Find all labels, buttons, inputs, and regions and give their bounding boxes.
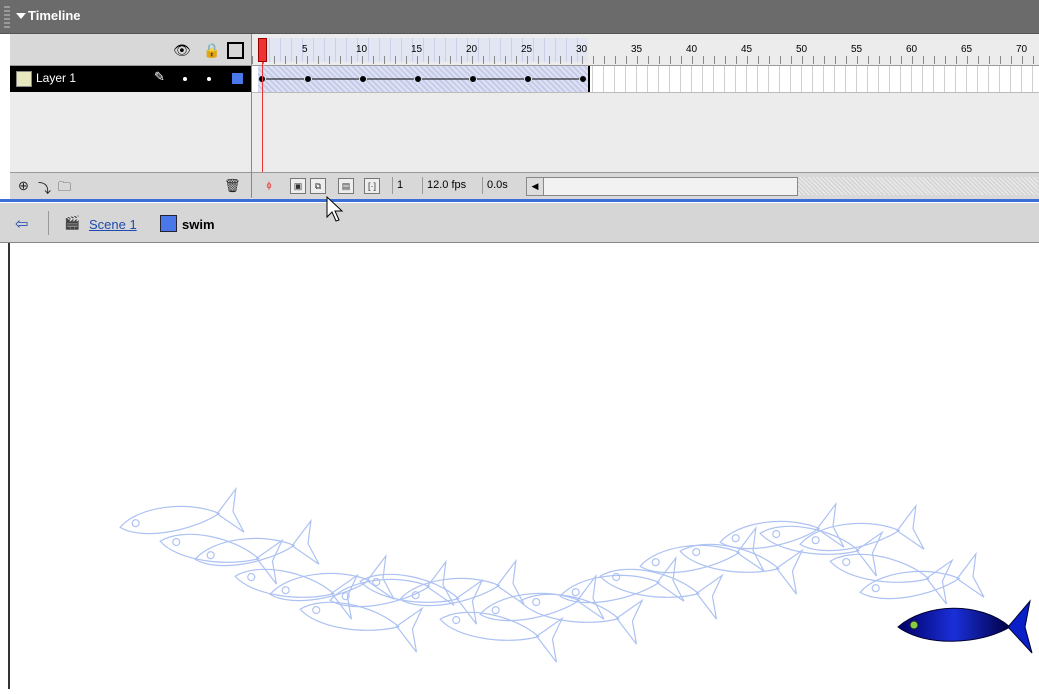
edit-bar: ⇦ 🎬 Scene 1 swim bbox=[0, 203, 1039, 243]
elapsed-time: 0.0s bbox=[482, 177, 512, 194]
ghost-fish bbox=[859, 551, 985, 600]
ruler-label: 15 bbox=[411, 44, 423, 55]
fish-graphic bbox=[897, 599, 1033, 654]
layer-name[interactable]: Layer 1 bbox=[36, 71, 76, 85]
visibility-dot[interactable] bbox=[183, 77, 187, 81]
timeline-scrollbar[interactable]: ◀ bbox=[526, 177, 798, 196]
pencil-icon: ✎ bbox=[154, 69, 165, 84]
insert-layer-folder-icon[interactable]: 🗀 bbox=[58, 178, 71, 200]
insert-layer-icon[interactable]: ⊕ bbox=[18, 178, 29, 194]
layers-footer: ⊕ ⤵ 🗀 🗑 bbox=[10, 172, 251, 199]
ruler-label: 40 bbox=[686, 44, 698, 55]
ghost-fish bbox=[679, 543, 804, 595]
lock-dot[interactable] bbox=[207, 77, 211, 81]
panel-grip[interactable] bbox=[4, 6, 10, 28]
ruler-ticks bbox=[252, 56, 1039, 64]
ghost-fish bbox=[639, 525, 765, 574]
scene-icon: 🎬 bbox=[64, 215, 81, 230]
outline-color-square[interactable] bbox=[232, 73, 243, 84]
layer-row[interactable]: Layer 1 ✎ bbox=[10, 66, 251, 92]
ghost-fish bbox=[159, 533, 284, 585]
ghost-fish bbox=[194, 518, 320, 567]
keyframe-arrows bbox=[259, 76, 586, 82]
ghost-fish bbox=[719, 501, 845, 550]
scroll-left-icon[interactable]: ◀ bbox=[527, 178, 544, 195]
layer-icon bbox=[16, 71, 32, 87]
mouse-pointer-icon bbox=[326, 195, 344, 222]
layers-header: 👁 🔒 bbox=[10, 34, 251, 66]
onion-skin-outlines-icon[interactable]: ⧉ bbox=[310, 178, 326, 194]
ruler-label: 35 bbox=[631, 44, 643, 55]
ruler-label: 45 bbox=[741, 44, 753, 55]
frames-panel: 5 10 15 20 25 30 35 40 45 50 55 60 65 70 bbox=[252, 34, 1039, 199]
stage[interactable] bbox=[8, 243, 1039, 689]
breadcrumb-scene[interactable]: Scene 1 bbox=[89, 217, 137, 232]
collapse-arrow-icon[interactable] bbox=[16, 13, 26, 19]
symbol-icon bbox=[160, 215, 177, 232]
ruler-label: 55 bbox=[851, 44, 863, 55]
onion-skin-icon[interactable]: ▣ bbox=[290, 178, 306, 194]
panel-title: Timeline bbox=[28, 8, 81, 23]
outline-icon[interactable] bbox=[227, 42, 244, 59]
motion-tween-span[interactable] bbox=[258, 66, 590, 92]
back-arrow-icon[interactable]: ⇦ bbox=[15, 214, 28, 234]
onion-skin-fish bbox=[119, 486, 1033, 663]
ghost-fish bbox=[599, 568, 724, 620]
breadcrumb-symbol[interactable]: swim bbox=[182, 217, 215, 232]
delete-layer-icon[interactable]: 🗑 bbox=[224, 178, 241, 194]
eye-icon[interactable]: 👁 bbox=[173, 42, 191, 59]
ghost-fish bbox=[799, 503, 925, 552]
ghost-fish bbox=[439, 611, 564, 663]
ruler-label: 70 bbox=[1016, 44, 1028, 55]
ruler-label: 65 bbox=[961, 44, 973, 55]
ruler-label: 20 bbox=[466, 44, 478, 55]
lock-icon[interactable]: 🔒 bbox=[203, 42, 220, 59]
ruler-label: 25 bbox=[521, 44, 533, 55]
playhead-line bbox=[262, 62, 263, 174]
ruler-label: 10 bbox=[356, 44, 368, 55]
ruler-label: 60 bbox=[906, 44, 918, 55]
panel-divider bbox=[0, 199, 1039, 202]
frame-rate[interactable]: 12.0 fps bbox=[422, 177, 470, 194]
ghost-fish bbox=[559, 555, 685, 604]
modify-onion-markers-icon[interactable]: [·] bbox=[364, 178, 380, 194]
timeline-controls: ϕ ▣ ⧉ ▤ [·] 1 12.0 fps 0.0s ◀ bbox=[252, 172, 1039, 199]
layers-panel: 👁 🔒 Layer 1 ✎ ⊕ ⤵ 🗀 🗑 bbox=[10, 34, 252, 199]
divider bbox=[48, 211, 49, 235]
scroll-disabled-area bbox=[798, 177, 1038, 195]
current-frame: 1 bbox=[392, 177, 407, 194]
frame-ruler[interactable]: 5 10 15 20 25 30 35 40 45 50 55 60 65 70 bbox=[252, 34, 1039, 66]
center-frame-icon[interactable]: ϕ bbox=[262, 178, 276, 192]
timeline-panel-titlebar[interactable]: Timeline bbox=[0, 0, 1039, 34]
add-motion-guide-icon[interactable]: ⤵ bbox=[38, 178, 51, 197]
ruler-label: 5 bbox=[302, 44, 308, 55]
edit-multiple-frames-icon[interactable]: ▤ bbox=[338, 178, 354, 194]
ghost-fish bbox=[234, 568, 359, 620]
playhead-handle[interactable] bbox=[258, 38, 267, 62]
ruler-label: 50 bbox=[796, 44, 808, 55]
ruler-label: 30 bbox=[576, 44, 588, 55]
